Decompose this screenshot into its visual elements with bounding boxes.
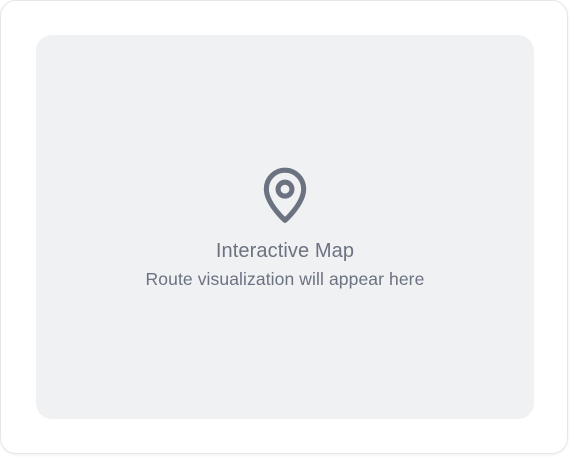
map-subtitle: Route visualization will appear here [145,268,425,289]
map-pin-icon [263,167,307,223]
map-title: Interactive Map [215,239,355,262]
map-placeholder: Interactive Map Route visualization will… [36,35,534,419]
map-card: Interactive Map Route visualization will… [0,0,568,454]
